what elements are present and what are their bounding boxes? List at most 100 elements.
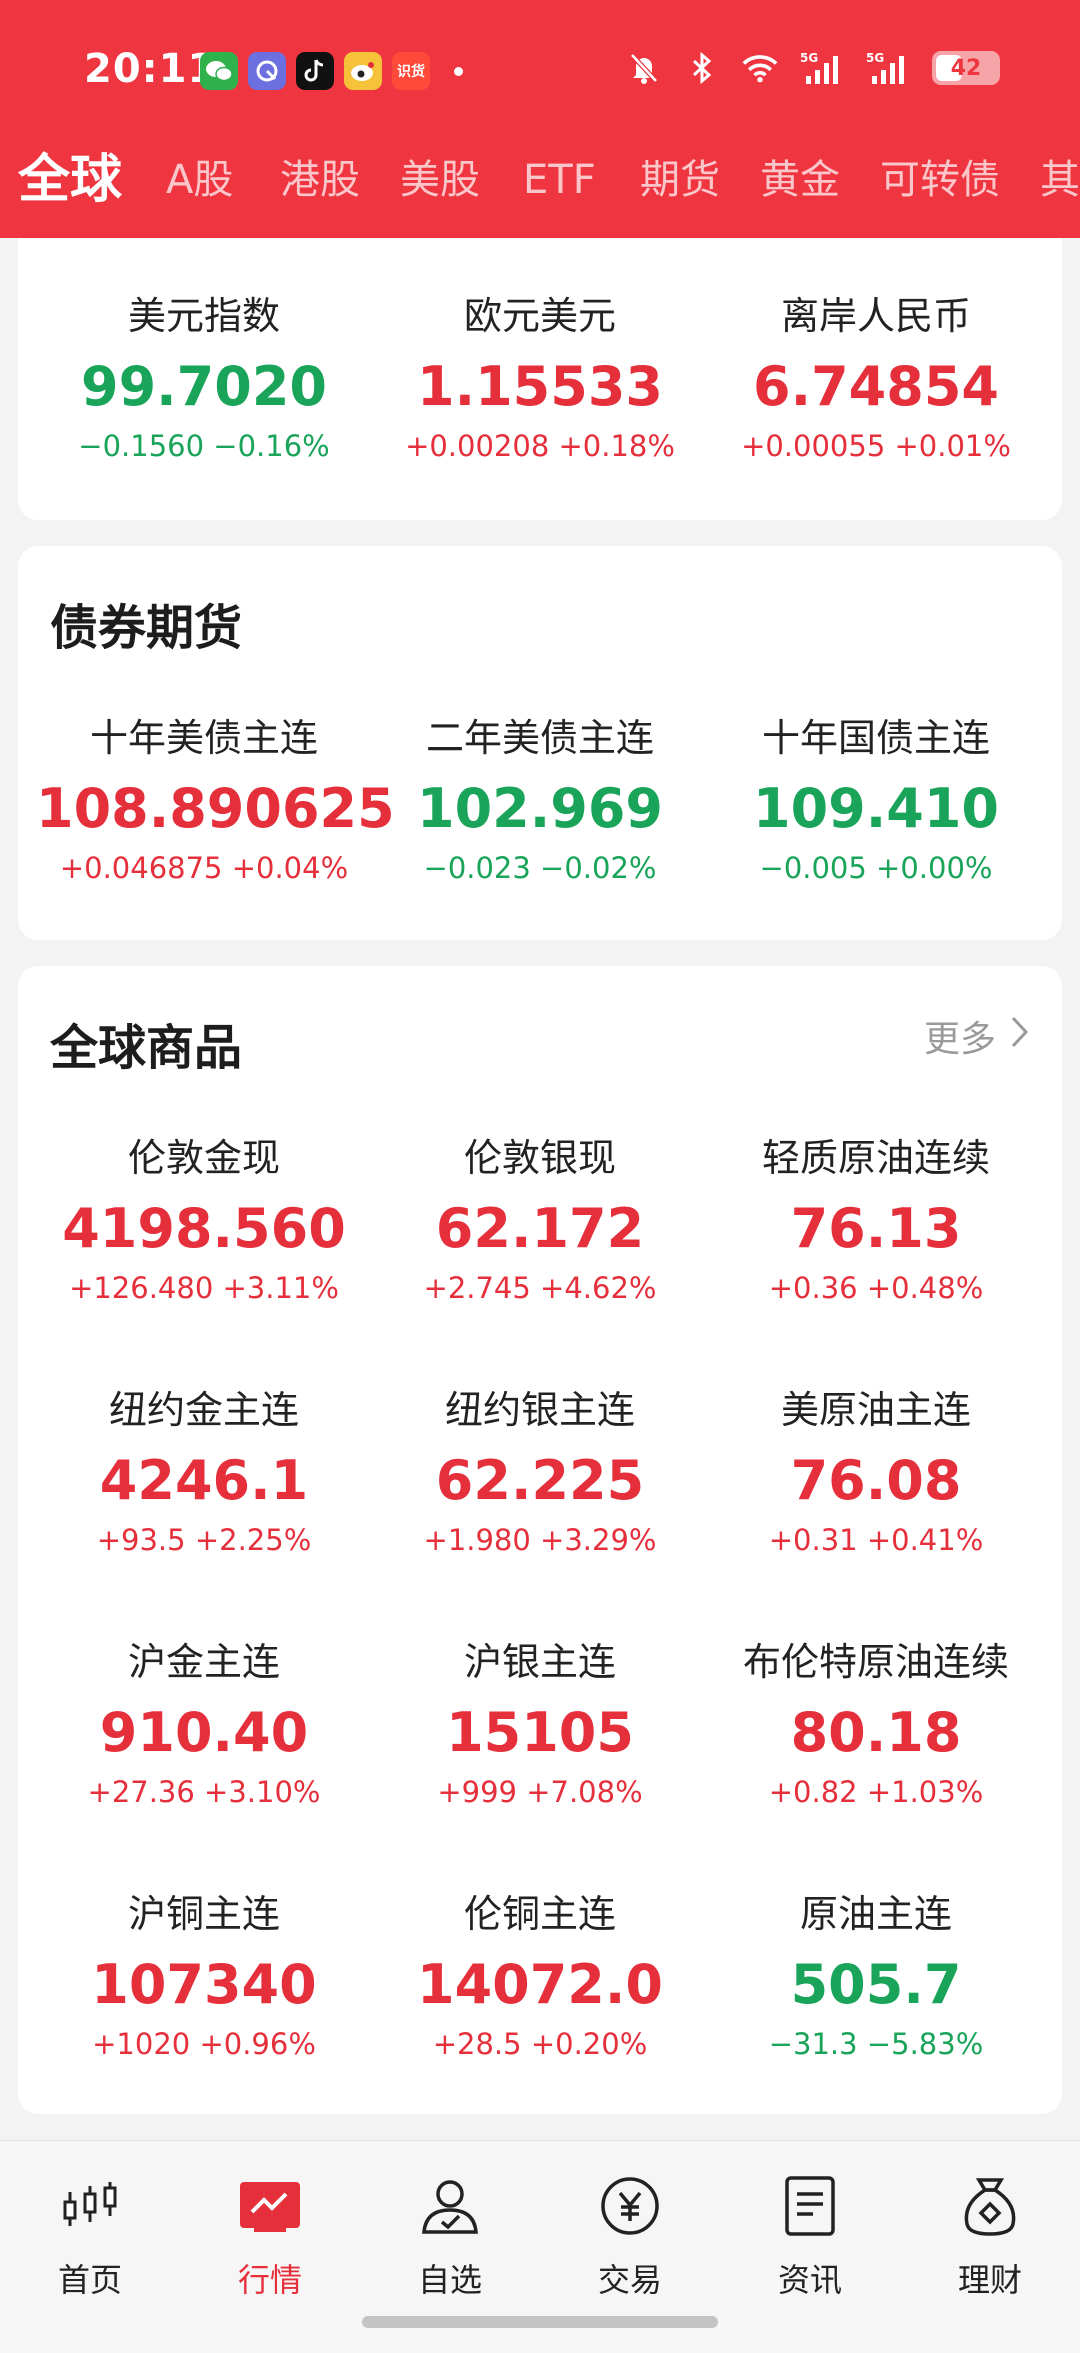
signal-5g-icon-2: 5G bbox=[866, 50, 910, 86]
quote-name: 伦敦金现 bbox=[127, 1136, 280, 1180]
home-indicator[interactable] bbox=[362, 2316, 718, 2328]
more-label: 更多 bbox=[923, 1019, 996, 1060]
quote-name: 伦敦银现 bbox=[463, 1136, 616, 1180]
quote-cell[interactable]: 布伦特原油连续 80.18 +0.82 +1.03% bbox=[708, 1636, 1044, 1812]
tiktok-icon bbox=[296, 52, 334, 90]
quote-price: 76.13 bbox=[790, 1197, 962, 1260]
nav-label: 资讯 bbox=[777, 2261, 842, 2299]
money-bag-icon bbox=[955, 2171, 1025, 2241]
signal-5g-icon-1: 5G bbox=[800, 50, 844, 86]
tab-others[interactable]: 其 bbox=[1040, 145, 1080, 215]
svg-text:5G: 5G bbox=[866, 51, 884, 65]
tab-gold[interactable]: 黄金 bbox=[760, 145, 840, 215]
quote-cell[interactable]: 轻质原油连续 76.13 +0.36 +0.48% bbox=[708, 1132, 1044, 1308]
news-document-icon bbox=[775, 2171, 845, 2241]
quote-cell[interactable]: 美原油主连 76.08 +0.31 +0.41% bbox=[708, 1384, 1044, 1560]
tab-global[interactable]: 全球 bbox=[18, 145, 122, 215]
quote-price: 4198.560 bbox=[62, 1197, 346, 1260]
section-title: 债券期货 bbox=[50, 600, 243, 656]
more-link[interactable]: 更多 bbox=[924, 1010, 1030, 1062]
quote-name: 轻质原油连续 bbox=[761, 1136, 990, 1180]
notification-icons: 识货 bbox=[200, 52, 463, 90]
quote-name: 十年美债主连 bbox=[89, 716, 318, 760]
quote-price: 108.890625 bbox=[36, 777, 395, 840]
quote-price: 62.172 bbox=[435, 1197, 645, 1260]
quote-change: +0.82 +1.03% bbox=[768, 1775, 984, 1809]
quote-cell[interactable]: 二年美债主连 102.969 −0.023 −0.02% bbox=[372, 712, 708, 888]
tab-convertible-bonds[interactable]: 可转债 bbox=[880, 145, 1000, 215]
quote-price: 99.7020 bbox=[81, 355, 327, 418]
fx-card: 美元指数 99.7020 −0.1560 −0.16% 欧元美元 1.15533… bbox=[18, 238, 1062, 520]
nav-label: 行情 bbox=[237, 2261, 302, 2299]
market-tabs: 全球 A股 港股 美股 ETF 期货 黄金 可转债 其 bbox=[0, 145, 1080, 215]
nav-news[interactable]: 资讯 bbox=[720, 2171, 900, 2301]
quote-cell[interactable]: 伦敦金现 4198.560 +126.480 +3.11% bbox=[36, 1132, 372, 1308]
nav-watchlist[interactable]: 自选 bbox=[360, 2171, 540, 2301]
quote-change: +0.31 +0.41% bbox=[768, 1523, 984, 1557]
bond-futures-card: 债券期货 十年美债主连 108.890625 +0.046875 +0.04% … bbox=[18, 546, 1062, 940]
quote-cell[interactable]: 离岸人民币 6.74854 +0.00055 +0.01% bbox=[708, 290, 1044, 466]
quote-change: +28.5 +0.20% bbox=[432, 2027, 648, 2061]
weibo-icon bbox=[344, 52, 382, 90]
quote-change: +2.745 +4.62% bbox=[423, 1271, 657, 1305]
quote-cell[interactable]: 美元指数 99.7020 −0.1560 −0.16% bbox=[36, 290, 372, 466]
quote-name: 二年美债主连 bbox=[425, 716, 654, 760]
quote-cell[interactable]: 欧元美元 1.15533 +0.00208 +0.18% bbox=[372, 290, 708, 466]
quote-name: 沪银主连 bbox=[463, 1640, 616, 1684]
quote-cell[interactable]: 沪金主连 910.40 +27.36 +3.10% bbox=[36, 1636, 372, 1812]
status-time: 20:11 bbox=[84, 46, 217, 92]
quote-price: 107340 bbox=[91, 1953, 317, 2016]
quote-price: 15105 bbox=[446, 1701, 634, 1764]
tab-us-stocks[interactable]: 美股 bbox=[400, 145, 480, 215]
tab-a-shares[interactable]: A股 bbox=[166, 145, 233, 215]
user-star-icon bbox=[415, 2171, 485, 2241]
quote-cell[interactable]: 十年美债主连 108.890625 +0.046875 +0.04% bbox=[36, 712, 395, 888]
quote-change: −0.1560 −0.16% bbox=[78, 429, 330, 463]
quote-name: 十年国债主连 bbox=[761, 716, 990, 760]
commodities-card: 全球商品 更多 伦敦金现 4198.560 +126.480 +3.11% 伦敦… bbox=[18, 966, 1062, 2114]
nav-label: 交易 bbox=[597, 2261, 662, 2299]
svg-text:5G: 5G bbox=[800, 51, 818, 65]
quote-price: 6.74854 bbox=[753, 355, 999, 418]
quote-change: +27.36 +3.10% bbox=[87, 1775, 321, 1809]
nav-label: 理财 bbox=[957, 2261, 1022, 2299]
tab-futures[interactable]: 期货 bbox=[640, 145, 720, 215]
tab-hk-stocks[interactable]: 港股 bbox=[280, 145, 360, 215]
quote-cell[interactable]: 十年国债主连 109.410 −0.005 +0.00% bbox=[708, 712, 1044, 888]
status-bar: 20:11 识货 5G 5G 42 bbox=[0, 40, 1080, 102]
quote-price: 76.08 bbox=[790, 1449, 962, 1512]
quote-cell[interactable]: 纽约银主连 62.225 +1.980 +3.29% bbox=[372, 1384, 708, 1560]
quote-cell[interactable]: 沪铜主连 107340 +1020 +0.96% bbox=[36, 1888, 372, 2064]
section-title: 全球商品 bbox=[50, 1020, 243, 1076]
nav-home[interactable]: 首页 bbox=[0, 2171, 180, 2301]
quote-name: 纽约金主连 bbox=[108, 1388, 299, 1432]
quote-name: 美原油主连 bbox=[780, 1388, 971, 1432]
wechat-icon bbox=[200, 52, 238, 90]
market-chart-icon bbox=[235, 2171, 305, 2241]
status-icons: 5G 5G 42 bbox=[626, 50, 1000, 86]
quote-price: 910.40 bbox=[99, 1701, 309, 1764]
quote-name: 美元指数 bbox=[127, 294, 280, 338]
nav-trade[interactable]: 交易 bbox=[540, 2171, 720, 2301]
quote-change: +0.36 +0.48% bbox=[768, 1271, 984, 1305]
chevron-right-icon bbox=[1010, 1015, 1030, 1058]
candlestick-icon bbox=[55, 2171, 125, 2241]
quote-cell[interactable]: 原油主连 505.7 −31.3 −5.83% bbox=[708, 1888, 1044, 2064]
nav-market[interactable]: 行情 bbox=[180, 2171, 360, 2301]
nav-wealth[interactable]: 理财 bbox=[900, 2171, 1080, 2301]
quote-cell[interactable]: 伦敦银现 62.172 +2.745 +4.62% bbox=[372, 1132, 708, 1308]
quote-cell[interactable]: 沪银主连 15105 +999 +7.08% bbox=[372, 1636, 708, 1812]
tab-etf[interactable]: ETF bbox=[523, 145, 596, 215]
quote-change: −31.3 −5.83% bbox=[768, 2027, 984, 2061]
quote-name: 沪金主连 bbox=[127, 1640, 280, 1684]
quote-change: +126.480 +3.11% bbox=[69, 1271, 339, 1305]
quote-price: 102.969 bbox=[417, 777, 663, 840]
quote-price: 62.225 bbox=[435, 1449, 645, 1512]
quote-price: 505.7 bbox=[790, 1953, 962, 2016]
nav-label: 自选 bbox=[417, 2261, 482, 2299]
quote-price: 1.15533 bbox=[417, 355, 663, 418]
quote-cell[interactable]: 纽约金主连 4246.1 +93.5 +2.25% bbox=[36, 1384, 372, 1560]
quote-change: +1.980 +3.29% bbox=[423, 1523, 657, 1557]
app-header: 20:11 识货 5G 5G 42 全球 A股 港股 美股 ETF 期货 黄金 … bbox=[0, 0, 1080, 238]
quote-cell[interactable]: 伦铜主连 14072.0 +28.5 +0.20% bbox=[372, 1888, 708, 2064]
